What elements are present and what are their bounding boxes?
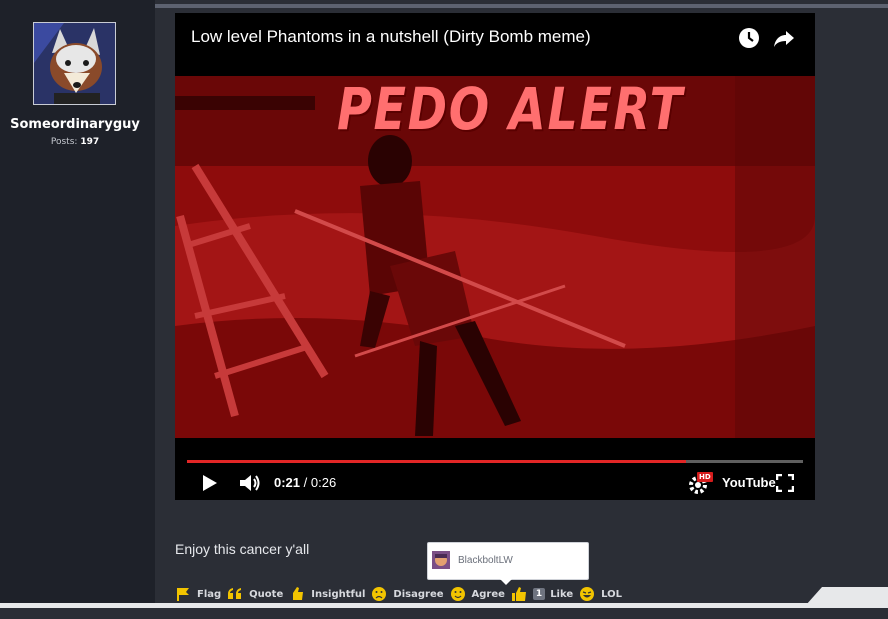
lol-icon: [580, 587, 595, 601]
reaction-label: LOL: [601, 588, 623, 600]
embedded-video[interactable]: Low level Phantoms in a nutshell (Dirty …: [175, 13, 815, 500]
video-title[interactable]: Low level Phantoms in a nutshell (Dirty …: [191, 27, 591, 47]
time-separator: /: [300, 475, 311, 490]
reaction-flag[interactable]: Flag: [175, 586, 221, 602]
video-progress-bar[interactable]: [187, 460, 803, 463]
video-time: 0:21 / 0:26: [274, 475, 336, 490]
reaction-quote[interactable]: Quote: [227, 586, 283, 602]
username[interactable]: Someordinaryguy: [0, 117, 150, 132]
youtube-logo-text: YouTube: [722, 475, 776, 490]
fox-avatar-icon: [34, 23, 115, 104]
youtube-logo[interactable]: YouTube: [722, 475, 776, 490]
likes-tooltip: BlackboltLW: [427, 542, 589, 585]
play-icon[interactable]: [202, 474, 218, 492]
volume-icon[interactable]: [239, 473, 261, 493]
reaction-label: Agree: [471, 588, 505, 600]
post-message: Enjoy this cancer y'all: [175, 541, 310, 557]
user-avatar[interactable]: [33, 22, 116, 105]
video-overlay-caption: PEDO ALERT: [337, 75, 684, 143]
video-progress-fill: [187, 460, 686, 463]
reaction-label: Quote: [249, 588, 284, 600]
reaction-disagree[interactable]: Disagree: [371, 586, 444, 602]
share-icon[interactable]: [772, 26, 796, 50]
flag-icon: [177, 588, 189, 601]
duration: 0:26: [310, 475, 337, 490]
agree-icon: [450, 587, 465, 601]
posts-count: 197: [80, 137, 100, 147]
bottom-strip: [0, 608, 888, 619]
reaction-agree[interactable]: Agree: [450, 586, 505, 602]
post-count: Posts: 197: [0, 137, 150, 147]
like-count: 1: [532, 588, 546, 600]
tooltip-user-avatar[interactable]: [432, 551, 450, 569]
top-divider: [155, 4, 888, 8]
posts-label: Posts:: [50, 137, 78, 147]
tooltip-username[interactable]: BlackboltLW: [458, 555, 513, 566]
watch-later-icon[interactable]: [737, 26, 761, 50]
reaction-label: Like: [550, 588, 574, 600]
user-avatar-icon: [432, 551, 450, 569]
disagree-icon: [372, 587, 387, 601]
reaction-lol[interactable]: LOL: [579, 586, 622, 602]
reaction-insightful[interactable]: Insightful: [289, 586, 365, 602]
fullscreen-icon[interactable]: [776, 474, 794, 492]
reaction-label: Flag: [197, 588, 222, 600]
current-time: 0:21: [274, 475, 301, 490]
like-icon: [511, 587, 526, 601]
reaction-label: Insightful: [311, 588, 366, 600]
user-sidebar: Someordinaryguy Posts: 197: [0, 0, 155, 619]
reaction-label: Disagree: [393, 588, 444, 600]
reaction-bar: Flag Quote Insightful Disagree Agree 1 L…: [175, 585, 628, 603]
reaction-like[interactable]: 1 Like: [511, 586, 573, 602]
hd-badge: HD: [697, 472, 713, 482]
insightful-icon: [293, 587, 304, 600]
quote-icon: [228, 588, 242, 599]
